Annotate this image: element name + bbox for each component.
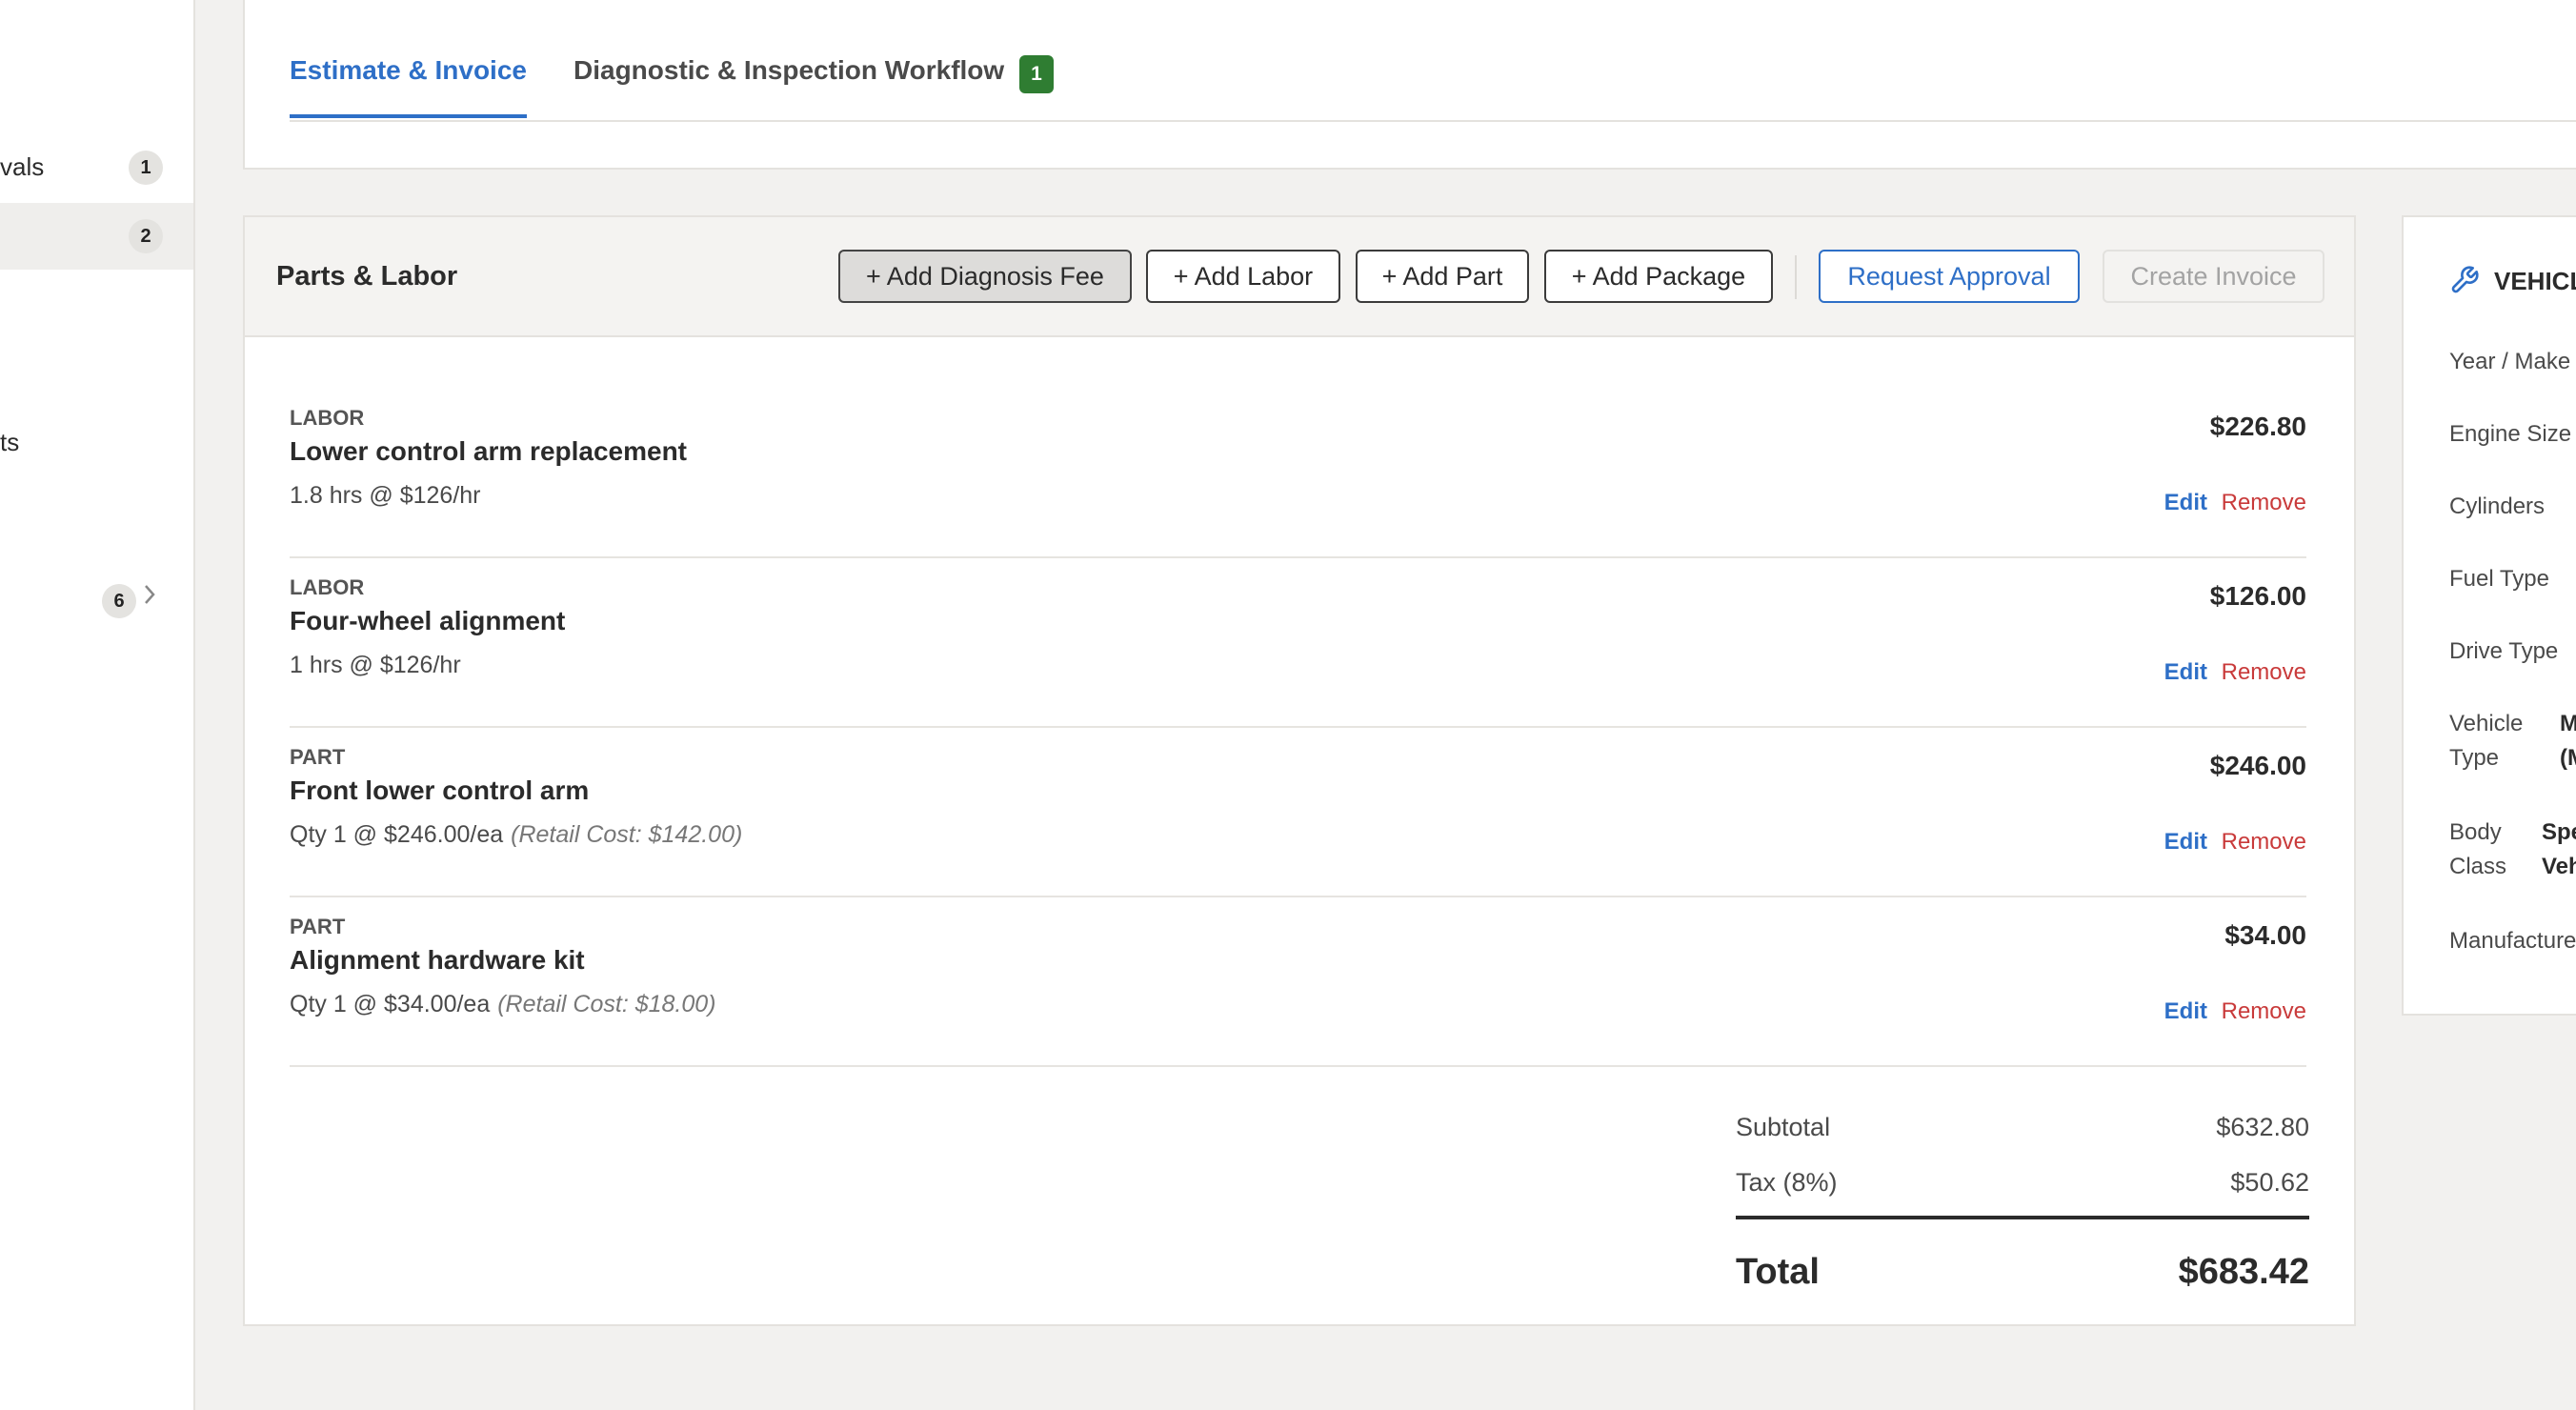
sidebar: vals 1 2 ts 6: [0, 0, 195, 1410]
edit-link[interactable]: Edit: [2164, 659, 2207, 686]
item-price: $126.00: [2209, 581, 2306, 611]
item-type: LABOR: [290, 406, 365, 430]
total-value: $683.42: [2178, 1252, 2309, 1292]
item-price: $246.00: [2209, 751, 2306, 780]
sidebar-item-active[interactable]: 2: [0, 203, 193, 270]
tax-label: Tax (8%): [1736, 1168, 1838, 1197]
parts-labor-card: Parts & Labor + Add Diagnosis Fee + Add …: [243, 215, 2356, 1326]
button-divider: [1795, 255, 1797, 299]
remove-link[interactable]: Remove: [2222, 998, 2306, 1025]
item-rate: Qty 1 @ $246.00/ea: [290, 821, 504, 848]
total-label: Total: [1736, 1252, 1820, 1292]
card-title: Parts & Labor: [276, 261, 458, 292]
sidebar-item-label: vals: [0, 152, 45, 181]
tax-value: $50.62: [2230, 1168, 2309, 1197]
vehicle-field-label: Body Class: [2449, 819, 2507, 879]
subtotal-label: Subtotal: [1736, 1113, 1831, 1141]
remove-link[interactable]: Remove: [2222, 659, 2306, 686]
add-package-button[interactable]: + Add Package: [1544, 250, 1773, 303]
item-price: $34.00: [2224, 920, 2306, 950]
retail-cost: (Retail Cost: $18.00): [497, 991, 716, 1017]
item-detail: 1 hrs @ $126/hr: [290, 652, 461, 679]
item-name: Alignment hardware kit: [290, 945, 585, 975]
sidebar-item-label: ts: [0, 428, 20, 456]
add-diagnosis-fee-button[interactable]: + Add Diagnosis Fee: [838, 250, 1132, 303]
vehicle-info-panel: VEHICL Year / Make , Engine Size Cylinde…: [2402, 215, 2576, 1016]
edit-link[interactable]: Edit: [2164, 998, 2207, 1025]
remove-link[interactable]: Remove: [2222, 490, 2306, 516]
item-rate: Qty 1 @ $34.00/ea: [290, 991, 491, 1017]
vehicle-field-label: Fuel Type: [2449, 566, 2549, 592]
request-approval-button[interactable]: Request Approval: [1819, 250, 2080, 303]
line-item: LABOR Lower control arm replacement 1.8 …: [290, 387, 2306, 558]
line-item: PART Front lower control arm Qty 1 @ $24…: [290, 726, 2306, 897]
vehicle-field-value: M (M: [2560, 711, 2576, 771]
retail-cost: (Retail Cost: $142.00): [511, 821, 743, 848]
item-detail: 1.8 hrs @ $126/hr: [290, 482, 481, 510]
tab-estimate-invoice[interactable]: Estimate & Invoice: [290, 55, 527, 118]
item-detail: Qty 1 @ $246.00/ea (Retail Cost: $142.00): [290, 821, 742, 849]
vehicle-field-label: Manufacture: [2449, 928, 2576, 954]
item-name: Four-wheel alignment: [290, 606, 566, 635]
wrench-icon: [2449, 265, 2480, 300]
edit-link[interactable]: Edit: [2164, 829, 2207, 856]
item-type: PART: [290, 915, 346, 938]
vehicle-panel-title: VEHICL: [2494, 267, 2576, 295]
item-type: PART: [290, 745, 346, 769]
sidebar-item-approvals[interactable]: vals 1: [0, 134, 193, 201]
line-item: LABOR Four-wheel alignment 1 hrs @ $126/…: [290, 556, 2306, 728]
add-labor-button[interactable]: + Add Labor: [1146, 250, 1340, 303]
totals-divider: [1736, 1216, 2309, 1219]
tabs-panel: Estimate & Invoice Diagnostic & Inspecti…: [243, 0, 2576, 170]
sidebar-item-reports[interactable]: ts: [0, 408, 193, 474]
line-item: PART Alignment hardware kit Qty 1 @ $34.…: [290, 896, 2306, 1067]
count-badge: 1: [129, 151, 163, 185]
tab-count-badge: 1: [1019, 55, 1054, 93]
item-name: Front lower control arm: [290, 776, 590, 805]
vehicle-field-label: Vehicle Type: [2449, 711, 2524, 771]
item-rate: 1.8 hrs @ $126/hr: [290, 482, 481, 509]
edit-link[interactable]: Edit: [2164, 490, 2207, 516]
tabs-divider: [290, 120, 2576, 122]
chevron-right-icon: [143, 582, 156, 613]
item-name: Lower control arm replacement: [290, 436, 688, 466]
create-invoice-button[interactable]: Create Invoice: [2103, 250, 2324, 303]
item-price: $226.80: [2209, 412, 2306, 441]
item-type: LABOR: [290, 575, 365, 599]
sidebar-item-expandable[interactable]: 6: [0, 568, 193, 634]
count-badge: 2: [129, 219, 163, 253]
item-detail: Qty 1 @ $34.00/ea (Retail Cost: $18.00): [290, 991, 716, 1018]
remove-link[interactable]: Remove: [2222, 829, 2306, 856]
card-header: Parts & Labor + Add Diagnosis Fee + Add …: [245, 217, 2354, 337]
vehicle-field-label: Drive Type: [2449, 638, 2559, 664]
subtotal-value: $632.80: [2216, 1113, 2309, 1141]
add-part-button[interactable]: + Add Part: [1356, 250, 1529, 303]
vehicle-field-label: Cylinders: [2449, 494, 2546, 519]
item-rate: 1 hrs @ $126/hr: [290, 652, 461, 678]
vehicle-field-label: Engine Size: [2449, 421, 2572, 447]
tab-diagnostic-inspection-workflow[interactable]: Diagnostic & Inspection Workflow: [574, 55, 1004, 86]
count-badge: 6: [102, 584, 136, 618]
vehicle-field-value: Spe Veh: [2542, 819, 2576, 879]
vehicle-field-label: Year / Make ,: [2449, 349, 2576, 374]
